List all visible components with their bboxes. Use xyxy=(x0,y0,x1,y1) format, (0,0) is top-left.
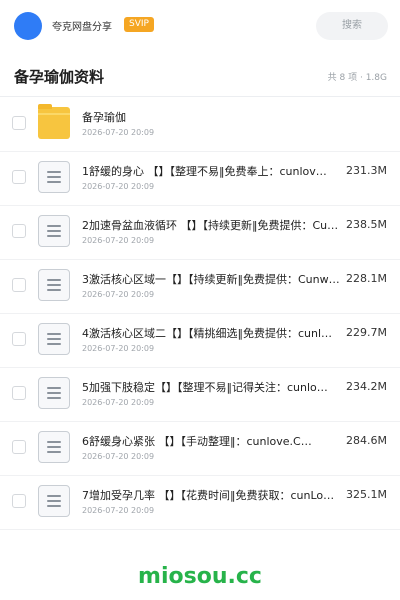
folder-header: 备孕瑜伽资料 共 8 项 · 1.8G xyxy=(0,52,400,97)
row-checkbox[interactable] xyxy=(12,278,26,292)
document-icon xyxy=(38,269,70,301)
item-date: 2026-07-20 20:09 xyxy=(82,236,155,245)
item-name: 1舒缓的身心 【】【整理不易‖免费奉上：cunlov… xyxy=(82,165,327,178)
item-date: 2026-07-20 20:09 xyxy=(82,398,155,407)
row-checkbox[interactable] xyxy=(12,332,26,346)
item-date: 2026-07-20 20:09 xyxy=(82,452,155,461)
item-date: 2026-07-20 20:09 xyxy=(82,506,155,515)
item-size: 325.1M xyxy=(346,488,387,501)
document-icon xyxy=(38,485,70,517)
top-bar: 夸克网盘分享 SVIP 搜索 xyxy=(0,0,400,52)
row-checkbox[interactable] xyxy=(12,224,26,238)
item-date: 2026-07-20 20:09 xyxy=(82,290,155,299)
item-name: 3激活核心区域一【】【持续更新‖免费提供：Cunw… xyxy=(82,273,340,286)
item-date: 2026-07-20 20:09 xyxy=(82,182,155,191)
file-list: 备孕瑜伽 2026-07-20 20:09 1舒缓的身心 【】【整理不易‖免费奉… xyxy=(0,98,400,530)
search-box[interactable]: 搜索 xyxy=(316,12,388,40)
row-checkbox[interactable] xyxy=(12,440,26,454)
item-name: 5加强下肢稳定【】【整理不易‖记得关注：cunlo… xyxy=(82,381,328,394)
item-size: 234.2M xyxy=(346,380,387,393)
item-size: 284.6M xyxy=(346,434,387,447)
list-item[interactable]: 5加强下肢稳定【】【整理不易‖记得关注：cunlo… 2026-07-20 20… xyxy=(0,368,400,422)
list-item[interactable]: 3激活核心区域一【】【持续更新‖免费提供：Cunw… 2026-07-20 20… xyxy=(0,260,400,314)
list-item[interactable]: 4激活核心区域二【】【精挑细选‖免费提供：cunl… 2026-07-20 20… xyxy=(0,314,400,368)
row-checkbox[interactable] xyxy=(12,116,26,130)
item-size: 229.7M xyxy=(346,326,387,339)
item-size: 231.3M xyxy=(346,164,387,177)
folder-icon xyxy=(38,104,70,139)
folder-meta: 共 8 项 · 1.8G xyxy=(327,73,387,83)
svip-badge: SVIP xyxy=(124,17,154,32)
item-name: 6舒缓身心紧张 【】【手动整理‖：cunlove.C… xyxy=(82,435,312,448)
list-item-folder[interactable]: 备孕瑜伽 2026-07-20 20:09 xyxy=(0,98,400,152)
item-name: 4激活核心区域二【】【精挑细选‖免费提供：cunl… xyxy=(82,327,333,340)
item-name: 2加速骨盆血液循环 【】【持续更新‖免费提供：Cun… xyxy=(82,219,344,232)
item-name: 7增加受孕几率 【】【花费时间‖免费获取：cunLo… xyxy=(82,489,335,502)
document-icon xyxy=(38,377,70,409)
document-icon xyxy=(38,431,70,463)
list-item[interactable]: 6舒缓身心紧张 【】【手动整理‖：cunlove.C… 2026-07-20 2… xyxy=(0,422,400,476)
list-item[interactable]: 1舒缓的身心 【】【整理不易‖免费奉上：cunlov… 2026-07-20 2… xyxy=(0,152,400,206)
page-title: 备孕瑜伽资料 xyxy=(14,68,105,86)
document-icon xyxy=(38,323,70,355)
list-item[interactable]: 2加速骨盆血液循环 【】【持续更新‖免费提供：Cun… 2026-07-20 2… xyxy=(0,206,400,260)
document-icon xyxy=(38,161,70,193)
item-size: 228.1M xyxy=(346,272,387,285)
brand-label: 夸克网盘分享 xyxy=(52,22,112,33)
row-checkbox[interactable] xyxy=(12,494,26,508)
avatar[interactable] xyxy=(14,12,42,40)
row-checkbox[interactable] xyxy=(12,386,26,400)
row-checkbox[interactable] xyxy=(12,170,26,184)
document-icon xyxy=(38,215,70,247)
item-date: 2026-07-20 20:09 xyxy=(82,344,155,353)
item-size: 238.5M xyxy=(346,218,387,231)
item-date: 2026-07-20 20:09 xyxy=(82,128,155,137)
list-item[interactable]: 7增加受孕几率 【】【花费时间‖免费获取：cunLo… 2026-07-20 2… xyxy=(0,476,400,530)
item-name: 备孕瑜伽 xyxy=(82,111,126,124)
site-watermark: miosou.cc xyxy=(138,564,262,589)
